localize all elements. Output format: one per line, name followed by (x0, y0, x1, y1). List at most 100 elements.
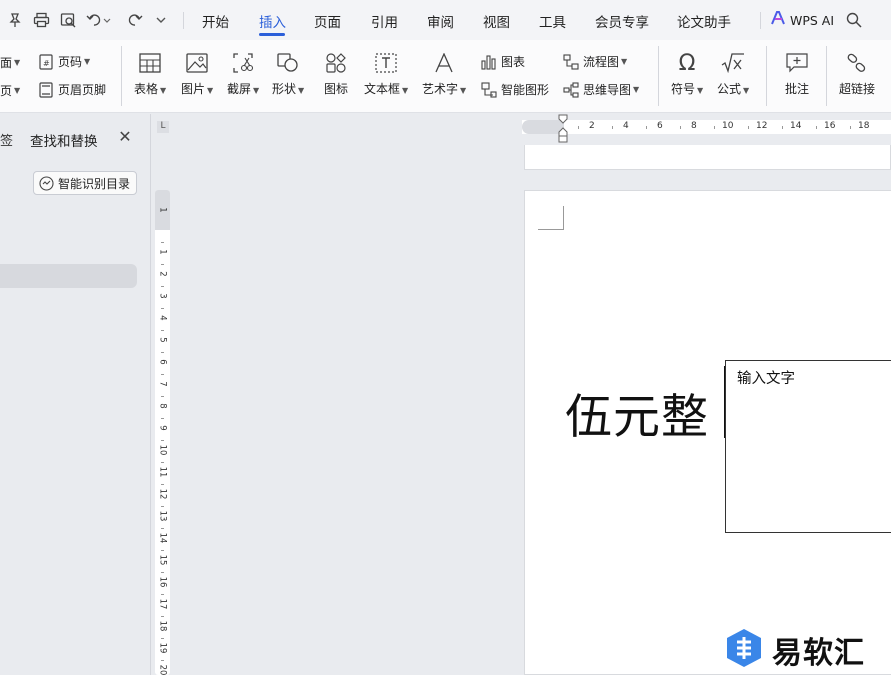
panel-divider[interactable] (150, 114, 151, 675)
tab-home[interactable]: 开始 (202, 11, 229, 31)
ruler-tick-mark (161, 264, 164, 265)
ruler-tick-label: 19 (157, 642, 168, 654)
ruler-tick-label: 8 (691, 121, 697, 131)
chevron-down-icon: ▼ (460, 86, 467, 95)
ruler-tick-mark (161, 286, 164, 287)
ruler-tick-mark (161, 308, 164, 309)
panel-title[interactable]: 查找和替换 (30, 130, 98, 150)
ribbon-partial-top[interactable]: 面 ▼ (0, 54, 20, 71)
more-chevron-icon[interactable] (150, 9, 172, 31)
document-text[interactable]: 伍元整 (565, 378, 709, 447)
smart-toc-button[interactable]: 智能识别目录 (33, 171, 137, 195)
wordart-label: 艺术字 (422, 82, 459, 96)
active-tab-indicator (259, 33, 285, 36)
tab-stop-selector[interactable]: L (157, 121, 169, 133)
ruler-tick-label: 18 (157, 620, 168, 632)
ribbon-partial-bottom[interactable]: 页 ▼ (0, 82, 20, 99)
indent-marker-icon[interactable] (558, 114, 568, 144)
svg-text:#: # (43, 59, 50, 68)
icon-button[interactable]: 图标 (323, 50, 349, 97)
mindmap-icon (563, 81, 579, 98)
watermark-logo: 易软汇 (724, 628, 891, 672)
chevron-down-icon: ▼ (633, 85, 640, 94)
ribbon-separator (658, 46, 659, 106)
header-footer-button[interactable]: 页眉页脚 (38, 81, 106, 98)
ruler-tick-label: 9 (157, 425, 168, 431)
ribbon-partial-top-label: 面 (0, 56, 13, 70)
wps-ai-button[interactable]: WPS AI (770, 10, 834, 30)
table-label: 表格 (134, 82, 159, 96)
comment-label: 批注 (784, 82, 809, 96)
icon-label: 图标 (323, 82, 348, 96)
ruler-tick-mark (161, 484, 164, 485)
chart-button[interactable]: 图表 (481, 53, 525, 70)
ruler-tick-label: 6 (657, 121, 663, 131)
shape-label: 形状 (272, 82, 297, 96)
wps-ai-label: WPS AI (790, 12, 835, 28)
ruler-tick-label: 2 (157, 271, 168, 277)
pin-icon[interactable] (4, 9, 26, 31)
ruler-tick-mark (782, 126, 783, 129)
panel-selected-item[interactable] (0, 264, 137, 288)
ruler-tick-mark (161, 242, 164, 243)
ruler-tick-label: 3 (157, 293, 168, 299)
textbox-placeholder[interactable]: 输入文字 (737, 367, 795, 388)
tab-member[interactable]: 会员专享 (595, 11, 649, 31)
tab-thesis-assistant[interactable]: 论文助手 (677, 11, 731, 31)
picture-button[interactable]: 图片 ▼ (181, 50, 213, 97)
redo-icon[interactable] (124, 9, 146, 31)
ruler-tick-label: 5 (157, 337, 168, 343)
tab-references[interactable]: 引用 (371, 11, 398, 31)
ruler-tick-mark (161, 616, 164, 617)
shape-button[interactable]: 形状 ▼ (272, 50, 304, 97)
ruler-tick-mark (161, 660, 164, 661)
ruler-tick-label: 18 (858, 121, 870, 131)
tab-page[interactable]: 页面 (314, 11, 341, 31)
screenshot-label: 截屏 (227, 82, 252, 96)
panel-tab-bookmark[interactable]: 签 (0, 130, 13, 149)
undo-icon[interactable] (85, 9, 113, 31)
ruler-tick-label: 12 (756, 121, 768, 131)
ruler-tick-mark (161, 550, 164, 551)
vertical-ruler[interactable]: 1 1 2 3 4 5 6 7 8 9 10 11 12 13 14 15 16 17 18 19 20 (155, 190, 170, 675)
print-preview-icon[interactable] (57, 9, 79, 31)
symbol-button[interactable]: Ω 符号 ▼ (671, 50, 703, 97)
smart-graphic-button[interactable]: 智能图形 (481, 81, 549, 98)
ribbon-separator (826, 46, 827, 106)
print-icon[interactable] (30, 9, 52, 31)
ruler-tick-mark (161, 572, 164, 573)
tab-review[interactable]: 审阅 (427, 11, 454, 31)
chart-label: 图表 (501, 55, 526, 69)
ribbon-separator (121, 46, 122, 106)
text-box[interactable]: 输入文字 (725, 360, 891, 533)
close-icon[interactable]: ✕ (116, 128, 134, 146)
ruler-tick-mark (680, 126, 681, 129)
textbox-button[interactable]: 文本框 ▼ (364, 50, 408, 97)
search-icon[interactable] (843, 9, 865, 31)
hyperlink-button[interactable]: 超链接 (839, 50, 875, 97)
mindmap-button[interactable]: 思维导图 ▼ (563, 81, 639, 98)
comment-button[interactable]: 批注 (784, 50, 810, 97)
ruler-tick-label: 7 (157, 381, 168, 387)
screenshot-button[interactable]: 截屏 ▼ (227, 50, 259, 97)
page-number-button[interactable]: # 页码 ▼ (38, 53, 90, 70)
wordart-icon (431, 50, 457, 76)
horizontal-ruler[interactable]: 2 4 6 8 10 12 14 16 18 (522, 120, 891, 134)
ruler-tick-label: 8 (157, 403, 168, 409)
ruler-tick-label: 15 (157, 554, 168, 566)
ruler-tick-mark (714, 126, 715, 129)
ruler-tick-mark (578, 126, 579, 129)
wordart-button[interactable]: 艺术字 ▼ (422, 50, 466, 97)
flowchart-button[interactable]: 流程图 ▼ (563, 53, 627, 70)
icon-library-icon (323, 50, 349, 76)
formula-button[interactable]: 公式 ▼ (717, 50, 749, 97)
ruler-tick-mark (161, 352, 164, 353)
previous-page (524, 145, 891, 170)
ruler-tick-label: 10 (722, 121, 734, 131)
table-button[interactable]: 表格 ▼ (134, 50, 166, 97)
tab-tools[interactable]: 工具 (539, 11, 566, 31)
tab-insert[interactable]: 插入 (259, 11, 286, 31)
omega-icon: Ω (678, 50, 696, 76)
tab-view[interactable]: 视图 (483, 11, 510, 31)
ruler-tick-mark (161, 330, 164, 331)
